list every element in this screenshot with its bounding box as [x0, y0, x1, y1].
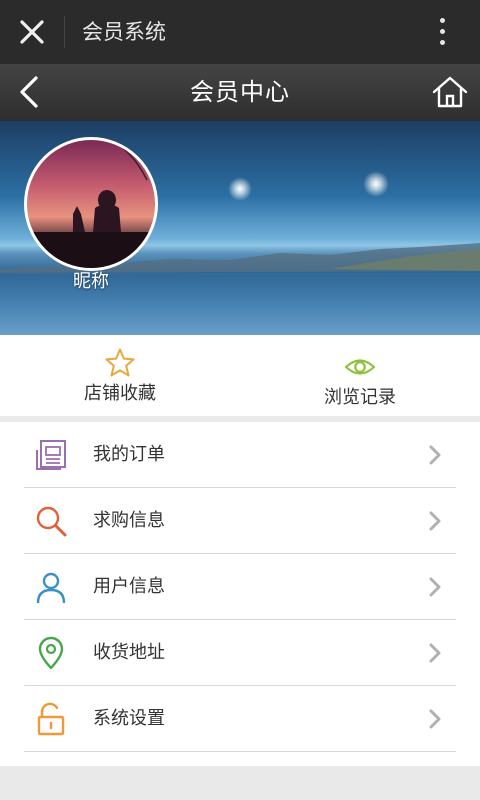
store-favorites-button[interactable]: 店铺收藏 [0, 335, 240, 416]
eye-icon [344, 359, 376, 375]
chevron-right-icon [429, 511, 441, 531]
menu-list: 我的订单 求购信息 用户信息 收货地址 系统设置 [0, 422, 480, 766]
menu-item-label: 系统设置 [93, 708, 165, 729]
menu-item-shipping-address[interactable]: 收货地址 [0, 620, 480, 686]
chevron-right-icon [429, 643, 441, 663]
page-title: 会员中心 [190, 78, 290, 106]
row-divider [24, 751, 456, 752]
nav-header: 会员中心 [0, 64, 480, 121]
app-title: 会员系统 [82, 20, 166, 44]
menu-item-label: 用户信息 [93, 576, 165, 597]
unlock-icon [37, 702, 65, 736]
browse-history-label: 浏览记录 [324, 387, 396, 408]
menu-item-system-settings[interactable]: 系统设置 [0, 686, 480, 752]
menu-item-orders[interactable]: 我的订单 [0, 422, 480, 488]
topbar-divider [64, 16, 65, 48]
user-icon [36, 572, 66, 604]
chevron-right-icon [429, 445, 441, 465]
menu-item-label: 求购信息 [93, 510, 165, 531]
chevron-right-icon [429, 577, 441, 597]
star-icon [105, 348, 135, 377]
menu-item-user-info[interactable]: 用户信息 [0, 554, 480, 620]
location-pin-icon [38, 636, 64, 670]
menu-item-label: 我的订单 [93, 444, 165, 465]
home-icon[interactable] [430, 73, 470, 111]
browse-history-button[interactable]: 浏览记录 [240, 335, 480, 416]
nickname[interactable]: 昵称 [24, 267, 158, 293]
close-icon[interactable] [16, 16, 48, 48]
store-favorites-label: 店铺收藏 [84, 383, 156, 404]
order-document-icon [36, 440, 66, 470]
search-icon [36, 506, 67, 537]
quick-actions: 店铺收藏 浏览记录 [0, 335, 480, 416]
menu-item-purchase-requests[interactable]: 求购信息 [0, 488, 480, 554]
chevron-right-icon [429, 709, 441, 729]
top-bar: 会员系统 [0, 0, 480, 64]
profile-banner: 昵称 [0, 121, 480, 335]
avatar[interactable] [24, 137, 158, 271]
more-vertical-icon[interactable] [432, 14, 452, 50]
menu-item-label: 收货地址 [93, 642, 165, 663]
